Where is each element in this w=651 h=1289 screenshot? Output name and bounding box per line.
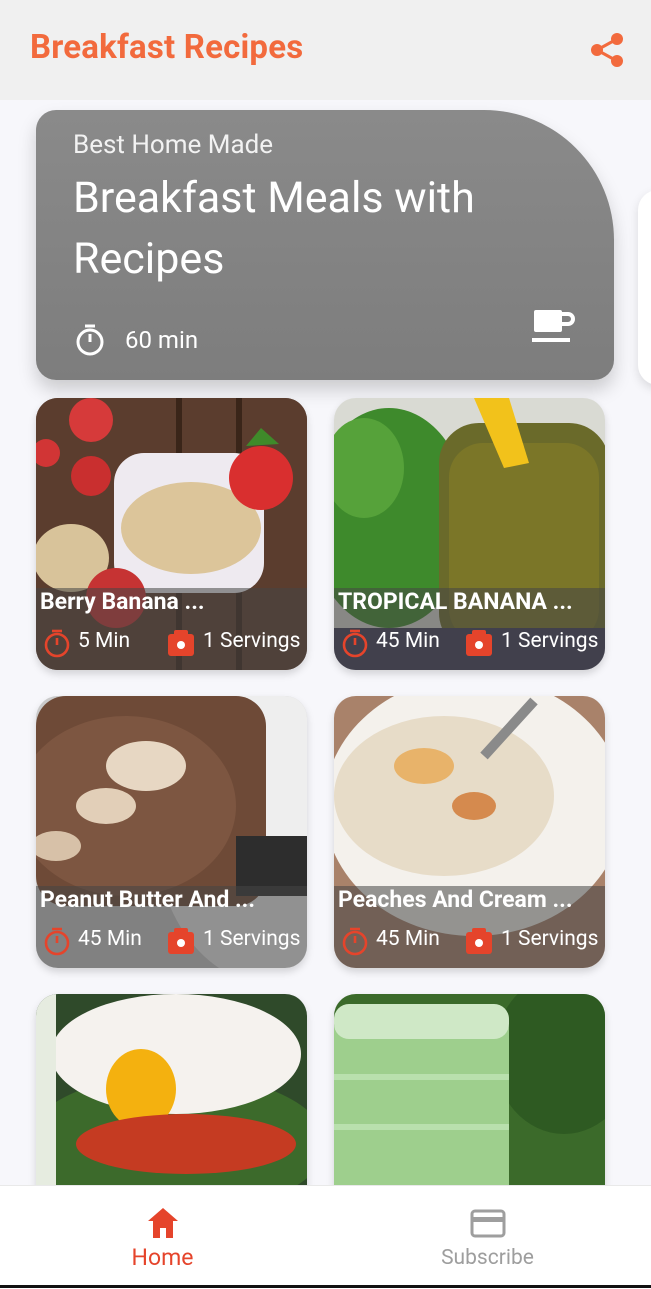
featured-subtitle: Best Home Made xyxy=(73,130,274,160)
timer-icon xyxy=(44,927,70,956)
recipe-time: 45 Min xyxy=(376,927,440,951)
share-button[interactable] xyxy=(586,30,630,74)
featured-time-value: 60 min xyxy=(125,326,199,354)
recipe-card[interactable]: Peaches And Cream ... 45 Min 1 Servings xyxy=(334,696,605,968)
recipe-card[interactable]: Peanut Butter And ... 45 Min 1 Servings xyxy=(36,696,307,968)
recipe-card[interactable]: Berry Banana ... 5 Min 1 Servings xyxy=(36,398,307,670)
nav-home[interactable]: Home xyxy=(0,1186,325,1286)
nav-subscribe[interactable]: Subscribe xyxy=(325,1186,650,1286)
credit-card-icon xyxy=(470,1209,506,1238)
recipe-name: Peanut Butter And ... xyxy=(40,886,256,913)
featured-title: Breakfast Meals with Recipes xyxy=(73,173,475,284)
home-icon xyxy=(148,1208,178,1238)
timer-icon xyxy=(76,324,104,356)
recipe-time: 45 Min xyxy=(78,927,142,951)
bottom-navigation: Home Subscribe xyxy=(0,1185,651,1289)
recipe-meta: 45 Min 1 Servings xyxy=(340,926,605,958)
recipe-time: 5 Min xyxy=(78,629,131,653)
recipe-meta: 45 Min 1 Servings xyxy=(340,628,605,660)
coffee-cup-icon xyxy=(532,310,575,342)
recipe-name: Peaches And Cream ... xyxy=(338,886,573,913)
recipe-card[interactable]: TROPICAL BANANA ... 45 Min 1 Servings xyxy=(334,398,605,670)
featured-card[interactable]: Best Home Made Breakfast Meals with Reci… xyxy=(36,110,614,380)
timer-icon xyxy=(342,927,368,956)
recipe-time: 45 Min xyxy=(376,629,440,653)
timer-icon xyxy=(44,629,70,658)
nav-home-label: Home xyxy=(131,1244,194,1271)
recipe-servings: 1 Servings xyxy=(203,927,301,951)
recipe-meta: 5 Min 1 Servings xyxy=(42,628,307,660)
timer-icon xyxy=(342,629,368,658)
app-bar: Breakfast Recipes xyxy=(0,0,651,100)
share-icon xyxy=(591,33,623,67)
servings-icon xyxy=(466,630,492,656)
servings-icon xyxy=(466,928,492,954)
recipe-name: TROPICAL BANANA ... xyxy=(338,588,573,615)
featured-time: 60 min xyxy=(73,320,198,360)
servings-icon xyxy=(168,630,194,656)
next-featured-card-peek[interactable] xyxy=(638,190,651,385)
recipe-servings: 1 Servings xyxy=(501,927,599,951)
recipe-name: Berry Banana ... xyxy=(40,588,205,615)
app-title: Breakfast Recipes xyxy=(30,28,304,67)
recipe-servings: 1 Servings xyxy=(501,629,599,653)
servings-icon xyxy=(168,928,194,954)
nav-subscribe-label: Subscribe xyxy=(441,1246,534,1270)
recipe-meta: 45 Min 1 Servings xyxy=(42,926,307,958)
recipe-servings: 1 Servings xyxy=(203,629,301,653)
